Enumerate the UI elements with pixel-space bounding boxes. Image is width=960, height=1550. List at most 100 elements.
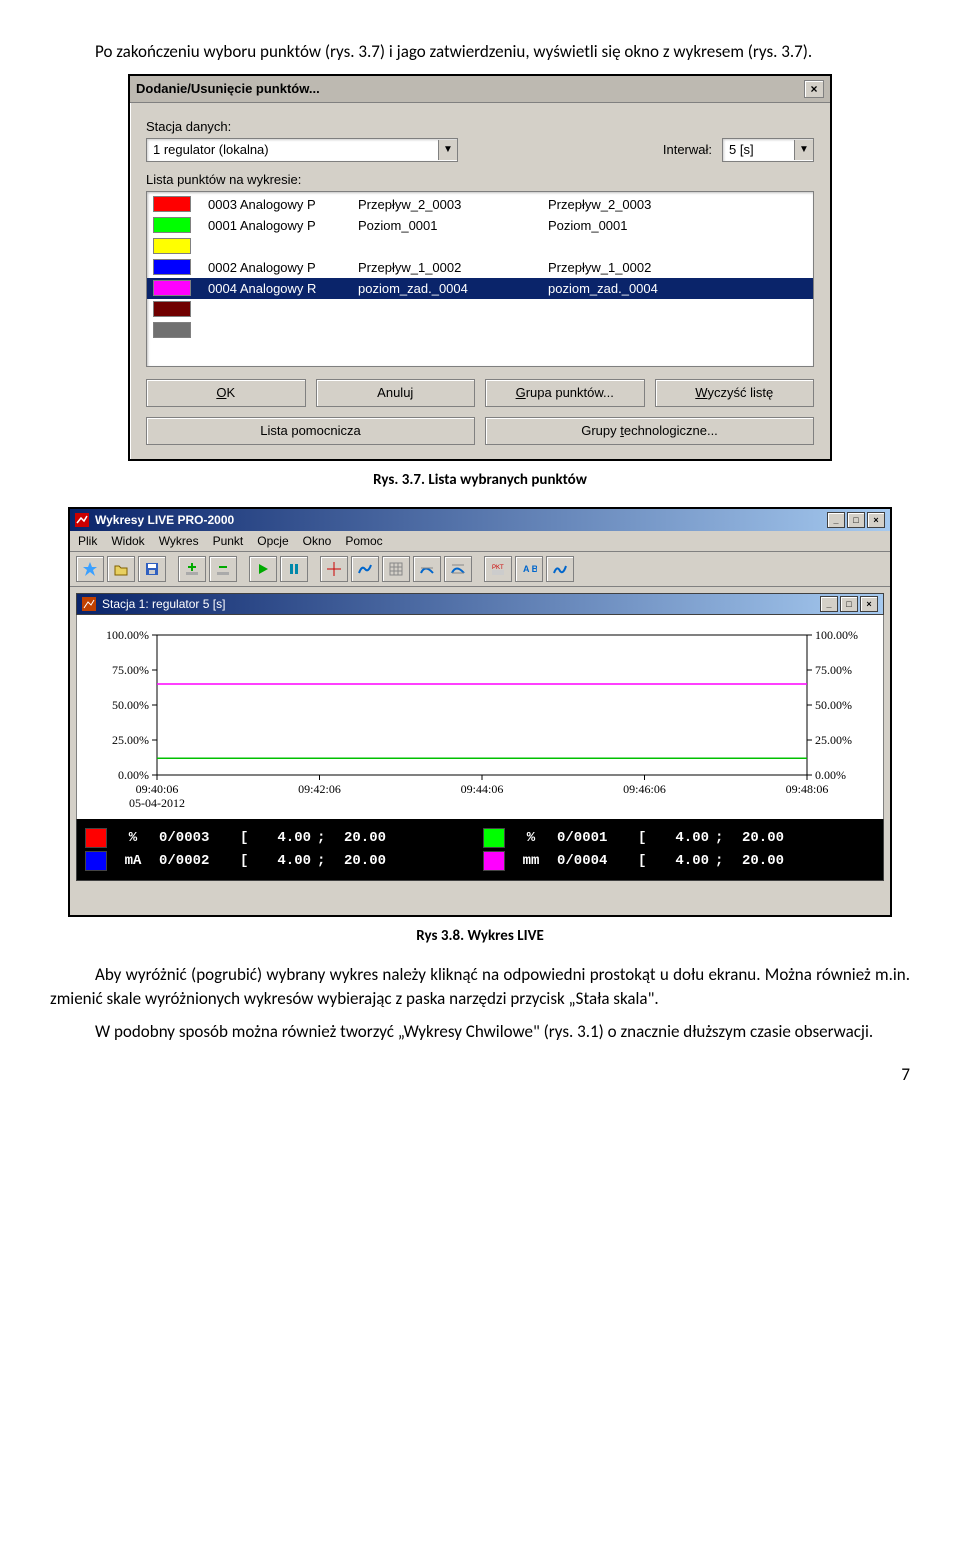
color-swatch <box>153 301 191 317</box>
svg-text:75.00%: 75.00% <box>112 663 149 677</box>
color-swatch <box>153 322 191 338</box>
bottom-paragraph-1: Aby wyróżnić (pogrubić) wybrany wykres n… <box>50 963 910 1011</box>
app-title: Wykresy LIVE PRO-2000 <box>95 513 234 527</box>
svg-text:A B: A B <box>523 564 537 574</box>
menu-item[interactable]: Plik <box>78 534 97 548</box>
minimize-icon[interactable]: _ <box>827 512 845 528</box>
aux-list-button[interactable]: Lista pomocnicza <box>146 417 475 445</box>
scale-icon[interactable] <box>413 556 441 582</box>
clear-button[interactable]: Wyczyść listę <box>655 379 815 407</box>
tech-groups-button[interactable]: Grupy technologiczne... <box>485 417 814 445</box>
list-item[interactable] <box>147 236 813 257</box>
menu-item[interactable]: Wykres <box>159 534 199 548</box>
legend-row: %0/0003[4.00;20.00%0/0001[4.00;20.00 <box>85 828 875 848</box>
dialog-title: Dodanie/Usunięcie punktów... <box>136 81 320 96</box>
color-swatch <box>153 217 191 233</box>
interval-value: 5 [s] <box>723 142 794 157</box>
list-item[interactable]: 0003 Analogowy PPrzepływ_2_0003Przepływ_… <box>147 194 813 215</box>
chevron-down-icon[interactable]: ▼ <box>438 140 457 160</box>
cancel-button[interactable]: Anuluj <box>316 379 476 407</box>
color-swatch <box>153 259 191 275</box>
app-icon <box>75 513 89 527</box>
save-icon[interactable] <box>138 556 166 582</box>
remove-icon[interactable] <box>209 556 237 582</box>
menu-item[interactable]: Opcje <box>257 534 288 548</box>
svg-text:09:48:06: 09:48:06 <box>786 782 829 796</box>
ok-button[interactable]: OK <box>146 379 306 407</box>
star-icon[interactable] <box>76 556 104 582</box>
svg-text:100.00%: 100.00% <box>106 628 149 642</box>
menu-bar: Plik Widok Wykres Punkt Opcje Okno Pomoc <box>70 531 890 552</box>
maximize-icon[interactable]: □ <box>840 596 858 612</box>
svg-text:09:42:06: 09:42:06 <box>298 782 341 796</box>
close-icon[interactable]: × <box>804 80 824 98</box>
svg-text:0.00%: 0.00% <box>118 768 149 782</box>
chart-titlebar: Stacja 1: regulator 5 [s] _ □ × <box>76 593 884 615</box>
minimize-icon[interactable]: _ <box>820 596 838 612</box>
list-item[interactable] <box>147 320 813 341</box>
play-icon[interactable] <box>249 556 277 582</box>
legend-row: mA0/0002[4.00;20.00mm0/0004[4.00;20.00 <box>85 851 875 871</box>
points-listbox[interactable]: 0003 Analogowy PPrzepływ_2_0003Przepływ_… <box>146 191 814 367</box>
crosshair-icon[interactable] <box>320 556 348 582</box>
grid-icon[interactable] <box>382 556 410 582</box>
live-chart-window: Wykresy LIVE PRO-2000 _ □ × Plik Widok Wyk… <box>68 507 892 917</box>
zoom-icon[interactable] <box>351 556 379 582</box>
station-dropdown[interactable]: 1 regulator (lokalna) ▼ <box>146 138 458 162</box>
station-label: Stacja danych: <box>146 119 814 134</box>
legend-color[interactable] <box>483 851 505 871</box>
svg-text:0.00%: 0.00% <box>815 768 846 782</box>
list-item[interactable]: 0004 Analogowy Rpoziom_zad._0004poziom_z… <box>147 278 813 299</box>
app-titlebar: Wykresy LIVE PRO-2000 _ □ × <box>70 509 890 531</box>
legend-area: %0/0003[4.00;20.00%0/0001[4.00;20.00 mA0/… <box>76 819 884 881</box>
caption-2: Rys 3.8. Wykres LIVE <box>50 927 910 945</box>
menu-item[interactable]: Punkt <box>213 534 244 548</box>
point-icon[interactable]: PKT <box>484 556 512 582</box>
group-button[interactable]: Grupa punktów... <box>485 379 645 407</box>
intro-paragraph: Po zakończeniu wyboru punktów (rys. 3.7)… <box>50 40 910 64</box>
svg-text:25.00%: 25.00% <box>112 733 149 747</box>
svg-text:09:40:06: 09:40:06 <box>136 782 179 796</box>
svg-text:100.00%: 100.00% <box>815 628 858 642</box>
svg-text:09:44:06: 09:44:06 <box>461 782 504 796</box>
list-item[interactable]: 0001 Analogowy PPoziom_0001Poziom_0001 <box>147 215 813 236</box>
chart-svg: 100.00%100.00%75.00%75.00%50.00%50.00%25… <box>87 625 877 815</box>
station-value: 1 regulator (lokalna) <box>147 142 438 157</box>
maximize-icon[interactable]: □ <box>847 512 865 528</box>
legend-color[interactable] <box>483 828 505 848</box>
ab-icon[interactable]: A B <box>515 556 543 582</box>
auto-scale-icon[interactable] <box>444 556 472 582</box>
interval-dropdown[interactable]: 5 [s] ▼ <box>722 138 814 162</box>
dialog-titlebar: Dodanie/Usunięcie punktów... × <box>130 76 830 103</box>
chart-area: 100.00%100.00%75.00%75.00%50.00%50.00%25… <box>76 615 884 819</box>
interval-label: Interwał: <box>663 142 712 157</box>
pause-icon[interactable] <box>280 556 308 582</box>
list-item[interactable] <box>147 299 813 320</box>
color-swatch <box>153 280 191 296</box>
list-label: Lista punktów na wykresie: <box>146 172 814 187</box>
curve-icon[interactable] <box>546 556 574 582</box>
menu-item[interactable]: Pomoc <box>345 534 382 548</box>
chevron-down-icon[interactable]: ▼ <box>794 140 813 160</box>
svg-text:05-04-2012: 05-04-2012 <box>129 796 185 810</box>
svg-text:09:46:06: 09:46:06 <box>623 782 666 796</box>
toolbar: PKT A B <box>70 552 890 587</box>
menu-item[interactable]: Widok <box>111 534 144 548</box>
add-icon[interactable] <box>178 556 206 582</box>
list-item[interactable]: 0002 Analogowy PPrzepływ_1_0002Przepływ_… <box>147 257 813 278</box>
caption-1: Rys. 3.7. Lista wybranych punktów <box>50 471 910 489</box>
chart-title: Stacja 1: regulator 5 [s] <box>102 597 225 611</box>
legend-color[interactable] <box>85 851 107 871</box>
svg-text:50.00%: 50.00% <box>112 698 149 712</box>
close-icon[interactable]: × <box>867 512 885 528</box>
chart-icon <box>82 597 96 611</box>
color-swatch <box>153 238 191 254</box>
close-icon[interactable]: × <box>860 596 878 612</box>
menu-item[interactable]: Okno <box>303 534 332 548</box>
color-swatch <box>153 196 191 212</box>
svg-text:50.00%: 50.00% <box>815 698 852 712</box>
bottom-paragraph-2: W podobny sposób można również tworzyć „… <box>50 1020 910 1044</box>
open-icon[interactable] <box>107 556 135 582</box>
legend-color[interactable] <box>85 828 107 848</box>
svg-text:25.00%: 25.00% <box>815 733 852 747</box>
